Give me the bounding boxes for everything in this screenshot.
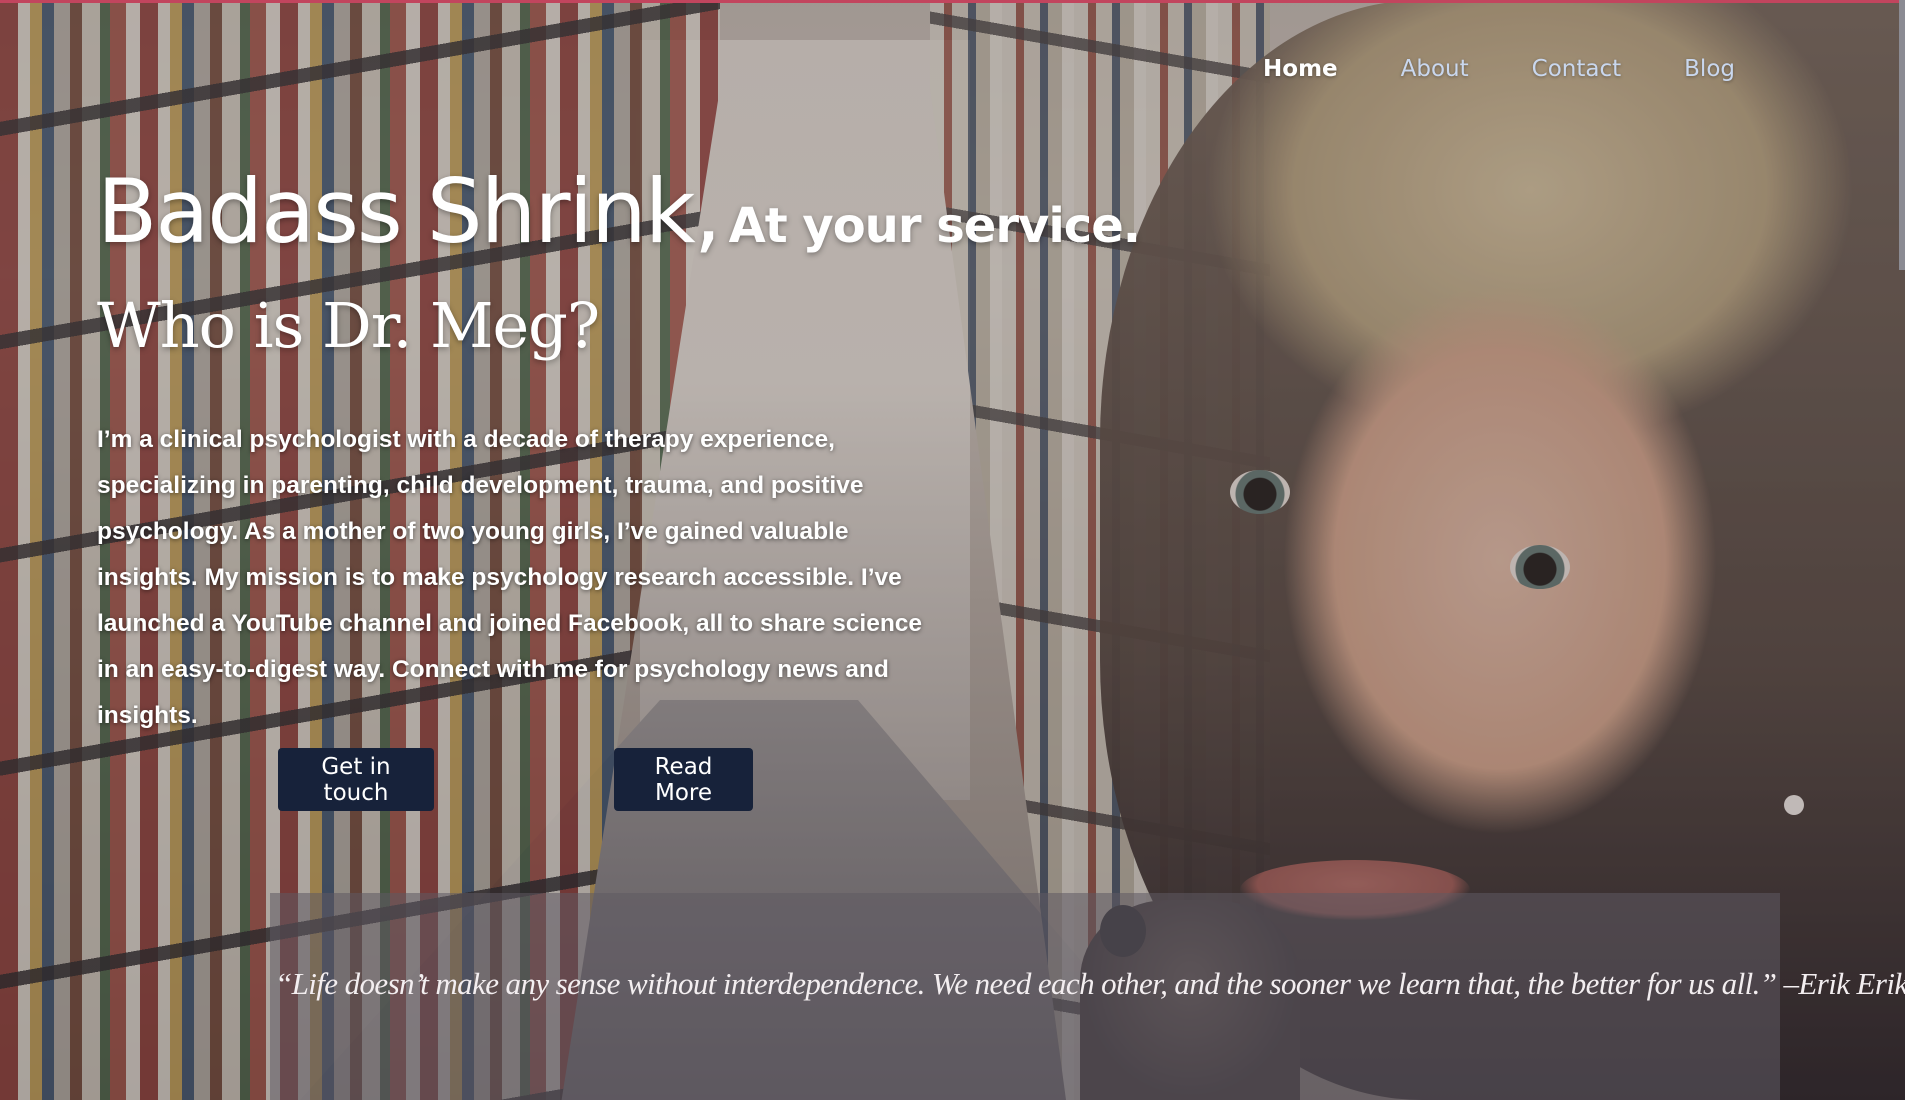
page-title: Badass Shrink, At your service. xyxy=(97,160,1141,263)
nav-about[interactable]: About xyxy=(1401,56,1469,82)
page-scrollbar[interactable] xyxy=(1899,0,1905,270)
quote-text: “Life doesn’t make any sense without int… xyxy=(275,966,1905,1001)
hero-section: Badass Shrink, At your service. Who is D… xyxy=(97,160,1141,362)
nav-contact[interactable]: Contact xyxy=(1532,56,1621,82)
top-accent-bar xyxy=(0,0,1905,3)
page-subtitle: Who is Dr. Meg? xyxy=(97,289,600,362)
nav-home[interactable]: Home xyxy=(1263,56,1338,82)
title-main: Badass Shrink, xyxy=(97,160,722,263)
bio-paragraph: I’m a clinical psychologist with a decad… xyxy=(97,426,923,729)
title-tagline: At your service. xyxy=(728,198,1141,254)
main-nav: Home About Contact Blog xyxy=(1263,56,1735,82)
nav-blog[interactable]: Blog xyxy=(1684,56,1735,82)
get-in-touch-button[interactable]: Get in touch xyxy=(278,748,434,811)
read-more-button[interactable]: Read More xyxy=(614,748,753,811)
